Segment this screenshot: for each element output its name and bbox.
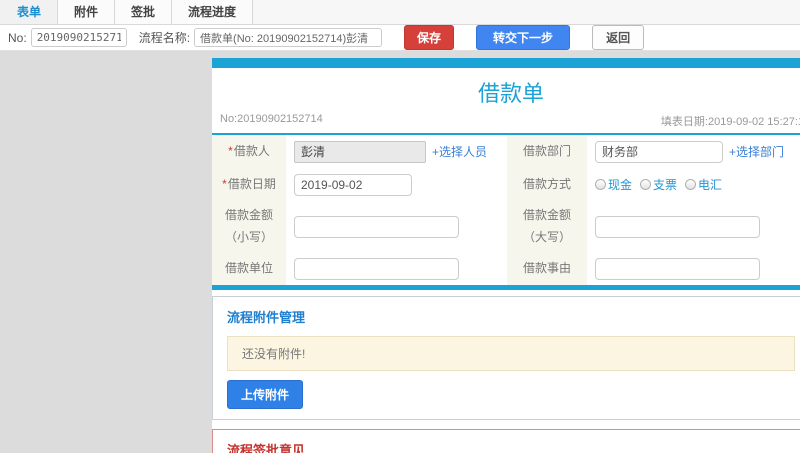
- form-meta-row: No:20190902152714 填表日期:2019-09-02 15:27:…: [212, 112, 800, 135]
- tab-strip: 表单 附件 签批 流程进度: [0, 0, 800, 25]
- borrower-input[interactable]: [294, 140, 426, 163]
- form-bottom-bar: [212, 285, 800, 291]
- tab-form[interactable]: 表单: [0, 0, 59, 24]
- workspace-background: 借款单 No:20190902152714 填表日期:2019-09-02 15…: [0, 51, 800, 453]
- radio-icon[interactable]: [685, 179, 697, 190]
- loan-unit-input[interactable]: [294, 257, 459, 280]
- form-no-text: No:20190902152714: [220, 113, 323, 125]
- upload-attachment-button[interactable]: 上传附件: [227, 380, 304, 410]
- process-name-input[interactable]: [194, 28, 383, 47]
- panel-accent-bar: [212, 58, 800, 68]
- radio-wire-transfer[interactable]: 电汇: [685, 176, 722, 193]
- no-input[interactable]: [30, 28, 127, 47]
- required-mark: *: [222, 176, 227, 191]
- department-input[interactable]: [595, 140, 723, 163]
- payment-method-radio-group: 现金 支票 电汇: [595, 176, 722, 193]
- save-button[interactable]: 保存: [404, 25, 455, 50]
- form-title: 借款单: [477, 81, 544, 106]
- amount-lower-input[interactable]: [294, 215, 459, 238]
- tab-attachment[interactable]: 附件: [58, 0, 116, 24]
- select-person-link[interactable]: +选择人员: [432, 143, 487, 160]
- required-mark: *: [228, 143, 233, 158]
- forward-next-step-button[interactable]: 转交下一步: [476, 25, 571, 50]
- radio-cash[interactable]: 现金: [595, 176, 632, 193]
- loan-reason-label: 借款事由: [507, 252, 587, 286]
- select-department-link[interactable]: +选择部门: [729, 143, 784, 160]
- tab-approval[interactable]: 签批: [115, 0, 173, 24]
- back-button[interactable]: 返回: [592, 25, 645, 50]
- form-date-text: 填表日期:2019-09-02 15:27:1: [660, 116, 800, 128]
- loan-form-panel: 借款单 No:20190902152714 填表日期:2019-09-02 15…: [212, 58, 800, 453]
- no-label: No:: [8, 30, 27, 45]
- radio-check[interactable]: 支票: [640, 176, 677, 193]
- amount-lower-label: 借款金额（小写）: [212, 201, 286, 253]
- action-toolbar: No: 流程名称: 保存 转交下一步 返回: [0, 25, 800, 51]
- loan-date-label: *借款日期: [212, 168, 286, 201]
- process-name-label: 流程名称:: [138, 31, 191, 45]
- tab-process-progress[interactable]: 流程进度: [172, 0, 254, 24]
- approval-section: 流程签批意见 B I abc A ∞ ∞ ⚑ ≡ ≡ ⇤ ⇥: [212, 429, 800, 453]
- payment-method-label: 借款方式: [507, 168, 587, 201]
- amount-upper-input[interactable]: [595, 215, 760, 238]
- radio-icon[interactable]: [595, 179, 606, 190]
- amount-upper-label: 借款金额（大写）: [507, 201, 587, 253]
- approval-section-heading: 流程签批意见: [227, 443, 306, 453]
- attachment-section-heading: 流程附件管理: [227, 310, 306, 326]
- radio-icon[interactable]: [640, 179, 652, 190]
- loan-reason-input[interactable]: [595, 257, 760, 280]
- department-label: 借款部门: [507, 135, 587, 168]
- loan-form-grid: *借款人 +选择人员 借款部门 +选择部门 *借款日期 借款方式: [212, 135, 800, 286]
- loan-date-input[interactable]: [294, 173, 412, 196]
- loan-unit-label: 借款单位: [212, 252, 286, 286]
- borrower-label: *借款人: [212, 135, 286, 168]
- attachment-section: 流程附件管理 还没有附件! 上传附件: [212, 296, 800, 421]
- no-attachment-message: 还没有附件!: [227, 336, 795, 372]
